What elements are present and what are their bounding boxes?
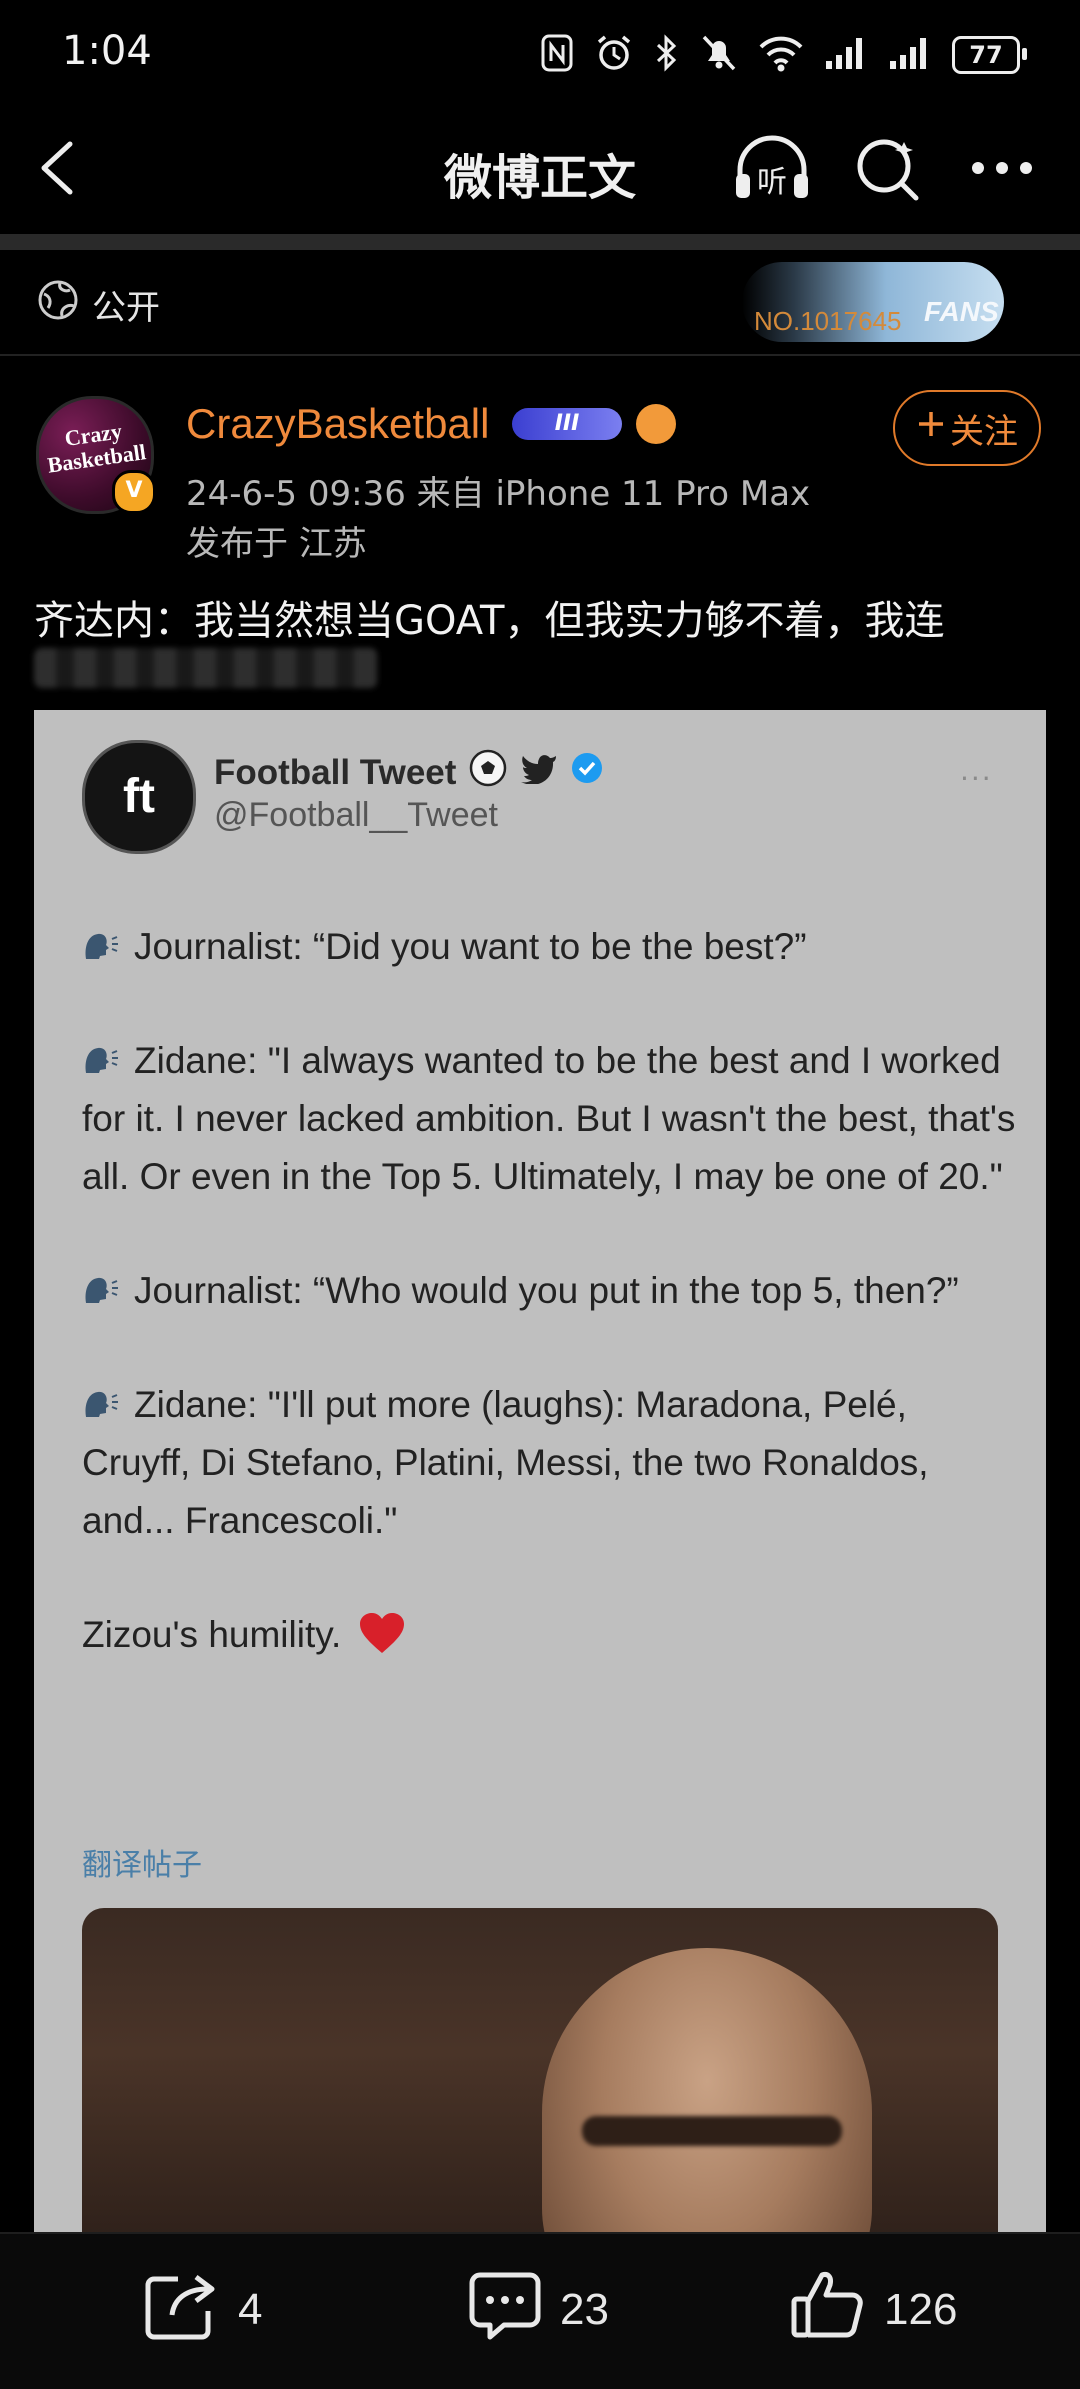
level-badge: III xyxy=(512,408,622,440)
bluetooth-icon xyxy=(654,33,680,77)
wifi-icon xyxy=(758,33,804,77)
tweet-p4: Zidane: "I'll put more (laughs): Maradon… xyxy=(82,1384,929,1541)
visibility-label: 公开 xyxy=(92,287,160,328)
post-location: 发布于 江苏 xyxy=(186,524,367,564)
like-button[interactable]: 126 xyxy=(790,2271,958,2348)
comment-count: 23 xyxy=(560,2285,609,2334)
tweet-p2: Zidane: "I always wanted to be the best … xyxy=(82,1040,1016,1197)
section-divider xyxy=(0,354,1080,356)
tweet-avatar: ft xyxy=(82,740,196,854)
repost-count: 4 xyxy=(238,2285,263,2334)
search-icon[interactable] xyxy=(854,134,922,206)
verified-badge-icon: V xyxy=(112,470,156,514)
tweet-p5: Zizou's humility. xyxy=(82,1614,342,1655)
status-icons: 77 xyxy=(540,30,1027,80)
twitter-bird-icon xyxy=(520,752,558,793)
author-name[interactable]: CrazyBasketball xyxy=(186,400,489,448)
post-meta: 24-6-5 09:36 来自 iPhone 11 Pro Max xyxy=(186,474,811,514)
signal-icon-2 xyxy=(888,35,932,75)
visibility-row: 公开 xyxy=(36,280,160,328)
repost-icon xyxy=(144,2269,220,2352)
more-icon[interactable] xyxy=(970,160,1034,180)
globe-icon xyxy=(36,278,80,331)
tweet-paragraph: Zidane: "I'll put more (laughs): Maradon… xyxy=(82,1376,1022,1550)
listen-icon[interactable]: 听 xyxy=(730,132,814,208)
soccer-ball-icon xyxy=(468,748,508,797)
mute-icon xyxy=(700,33,738,77)
speaking-head-icon xyxy=(82,922,120,959)
comment-icon xyxy=(468,2269,542,2352)
red-heart-icon xyxy=(352,1613,406,1655)
svg-text:听: 听 xyxy=(757,165,787,200)
tweet-more-icon: ··· xyxy=(960,762,993,795)
battery-indicator: 77 xyxy=(952,36,1027,74)
like-count: 126 xyxy=(884,2285,958,2334)
like-icon xyxy=(790,2269,866,2352)
comment-button[interactable]: 23 xyxy=(468,2272,609,2348)
speaking-head-icon xyxy=(82,1266,120,1303)
alarm-icon xyxy=(594,33,634,77)
post-text: 齐达内：我当然想当GOAT，但我实力够不着，我连 xyxy=(34,598,945,644)
speaking-head-icon xyxy=(82,1380,120,1417)
translate-link[interactable]: 翻译帖子 xyxy=(82,1840,202,1884)
tweet-p3: Journalist: “Who would you put in the to… xyxy=(134,1270,959,1311)
tweet-paragraph: Zizou's humility. xyxy=(82,1606,1022,1664)
nfc-icon xyxy=(540,33,574,77)
speaking-head-icon xyxy=(82,1036,120,1073)
tweet-author: Football Tweet xyxy=(214,748,604,797)
signal-icon xyxy=(824,35,868,75)
tweet-photo xyxy=(82,1908,998,2240)
header-divider xyxy=(0,234,1080,250)
tweet-handle: @Football__Tweet xyxy=(214,796,499,834)
fans-group-badge-icon xyxy=(636,404,676,444)
fans-label: FANS xyxy=(924,296,999,327)
photo-subject xyxy=(542,1948,872,2240)
verified-check-icon xyxy=(570,751,604,794)
post-text-blurred xyxy=(34,648,378,688)
plus-icon xyxy=(916,408,946,448)
tweet-image[interactable]: ft Football Tweet @Football__Tweet ··· J… xyxy=(34,710,1046,2240)
tweet-paragraph: Journalist: “Did you want to be the best… xyxy=(82,918,1022,976)
tweet-avatar-text: ft xyxy=(123,770,155,823)
tweet-body: Journalist: “Did you want to be the best… xyxy=(82,918,1022,1664)
follow-label: 关注 xyxy=(950,411,1018,452)
repost-button[interactable]: 4 xyxy=(144,2272,262,2348)
photo-detail xyxy=(582,2116,842,2146)
fans-number: NO.1017645 xyxy=(754,306,902,336)
tweet-p1: Journalist: “Did you want to be the best… xyxy=(134,926,807,967)
tweet-paragraph: Journalist: “Who would you put in the to… xyxy=(82,1262,1022,1320)
status-time: 1:04 xyxy=(62,28,152,74)
follow-button[interactable]: 关注 xyxy=(893,390,1041,466)
tweet-author-name: Football Tweet xyxy=(214,752,457,792)
tweet-paragraph: Zidane: "I always wanted to be the best … xyxy=(82,1032,1022,1206)
